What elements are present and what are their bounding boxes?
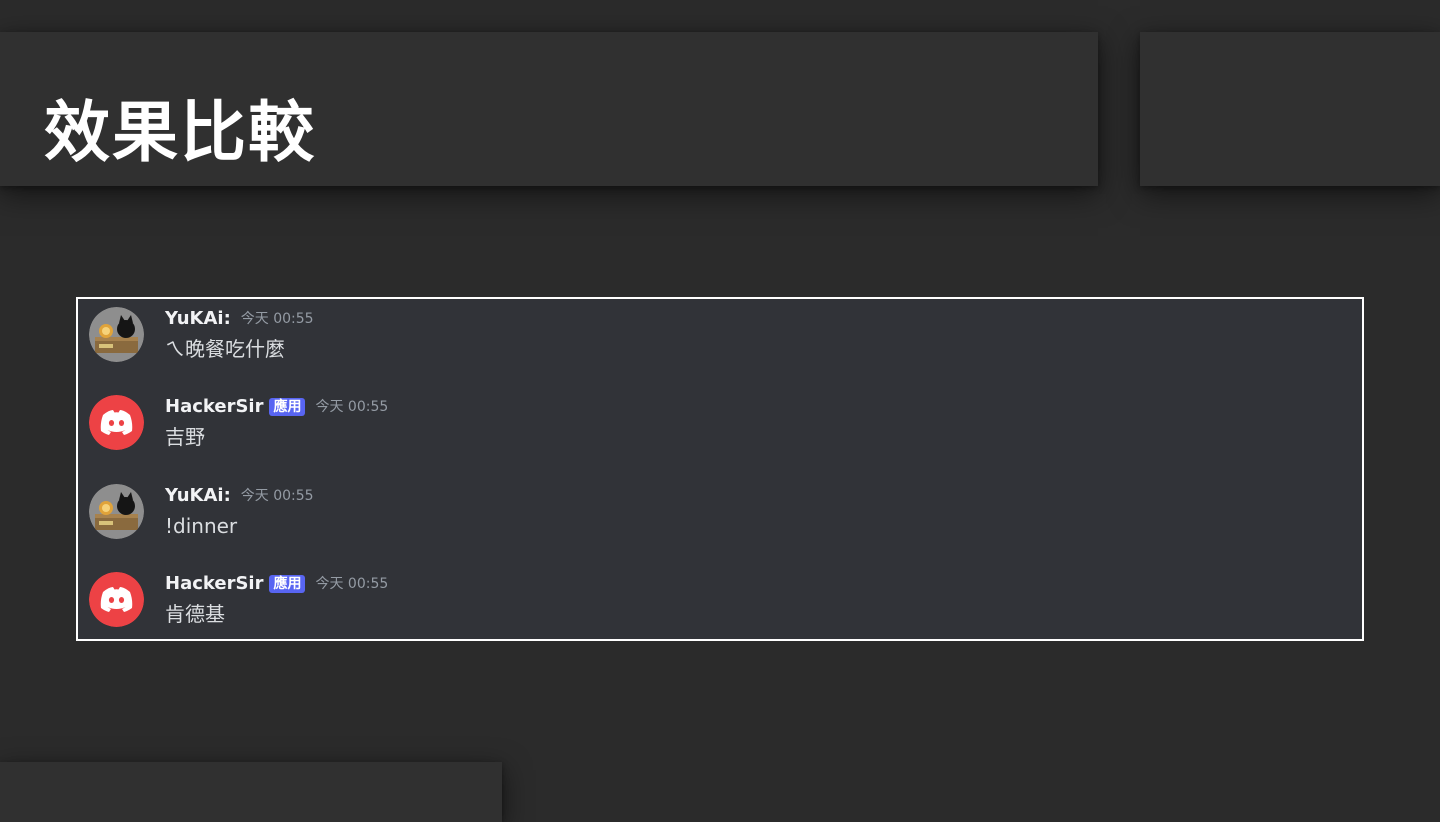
- message-text: 吉野: [165, 425, 205, 449]
- username[interactable]: HackerSir: [165, 572, 263, 596]
- chat-message: YuKAi: 今天 00:55 !dinner: [78, 476, 1362, 546]
- chat-message: HackerSir 應用 今天 00:55 肯德基: [78, 564, 1362, 634]
- title-panel: 效果比較: [0, 32, 1098, 186]
- username[interactable]: YuKAi:: [165, 484, 231, 508]
- discord-logo-icon[interactable]: [89, 395, 144, 450]
- chat-screenshot: YuKAi: 今天 00:55 ㄟ晚餐吃什麼 HackerSir 應用 今天 0…: [76, 297, 1364, 641]
- message-text: 肯德基: [165, 602, 225, 626]
- timestamp: 今天 00:55: [240, 488, 314, 504]
- decorative-bottom-panel: [0, 762, 502, 822]
- timestamp: 今天 00:55: [315, 399, 389, 415]
- chat-message: HackerSir 應用 今天 00:55 吉野: [78, 387, 1362, 457]
- chat-message: YuKAi: 今天 00:55 ㄟ晚餐吃什麼: [78, 299, 1362, 369]
- message-header: HackerSir 應用 今天 00:55: [165, 572, 388, 596]
- cat-astronaut-avatar[interactable]: [89, 307, 144, 362]
- app-badge: 應用: [269, 575, 306, 593]
- timestamp: 今天 00:55: [315, 576, 389, 592]
- message-header: YuKAi: 今天 00:55: [165, 484, 314, 508]
- decorative-side-panel: [1140, 32, 1440, 186]
- slide-title: 效果比較: [44, 94, 316, 171]
- message-text: ㄟ晚餐吃什麼: [165, 337, 285, 361]
- message-text: !dinner: [165, 514, 238, 538]
- timestamp: 今天 00:55: [240, 311, 314, 327]
- cat-astronaut-avatar[interactable]: [89, 484, 144, 539]
- username[interactable]: HackerSir: [165, 395, 263, 419]
- discord-logo-icon[interactable]: [89, 572, 144, 627]
- message-header: HackerSir 應用 今天 00:55: [165, 395, 388, 419]
- username[interactable]: YuKAi:: [165, 307, 231, 331]
- app-badge: 應用: [269, 398, 306, 416]
- message-header: YuKAi: 今天 00:55: [165, 307, 314, 331]
